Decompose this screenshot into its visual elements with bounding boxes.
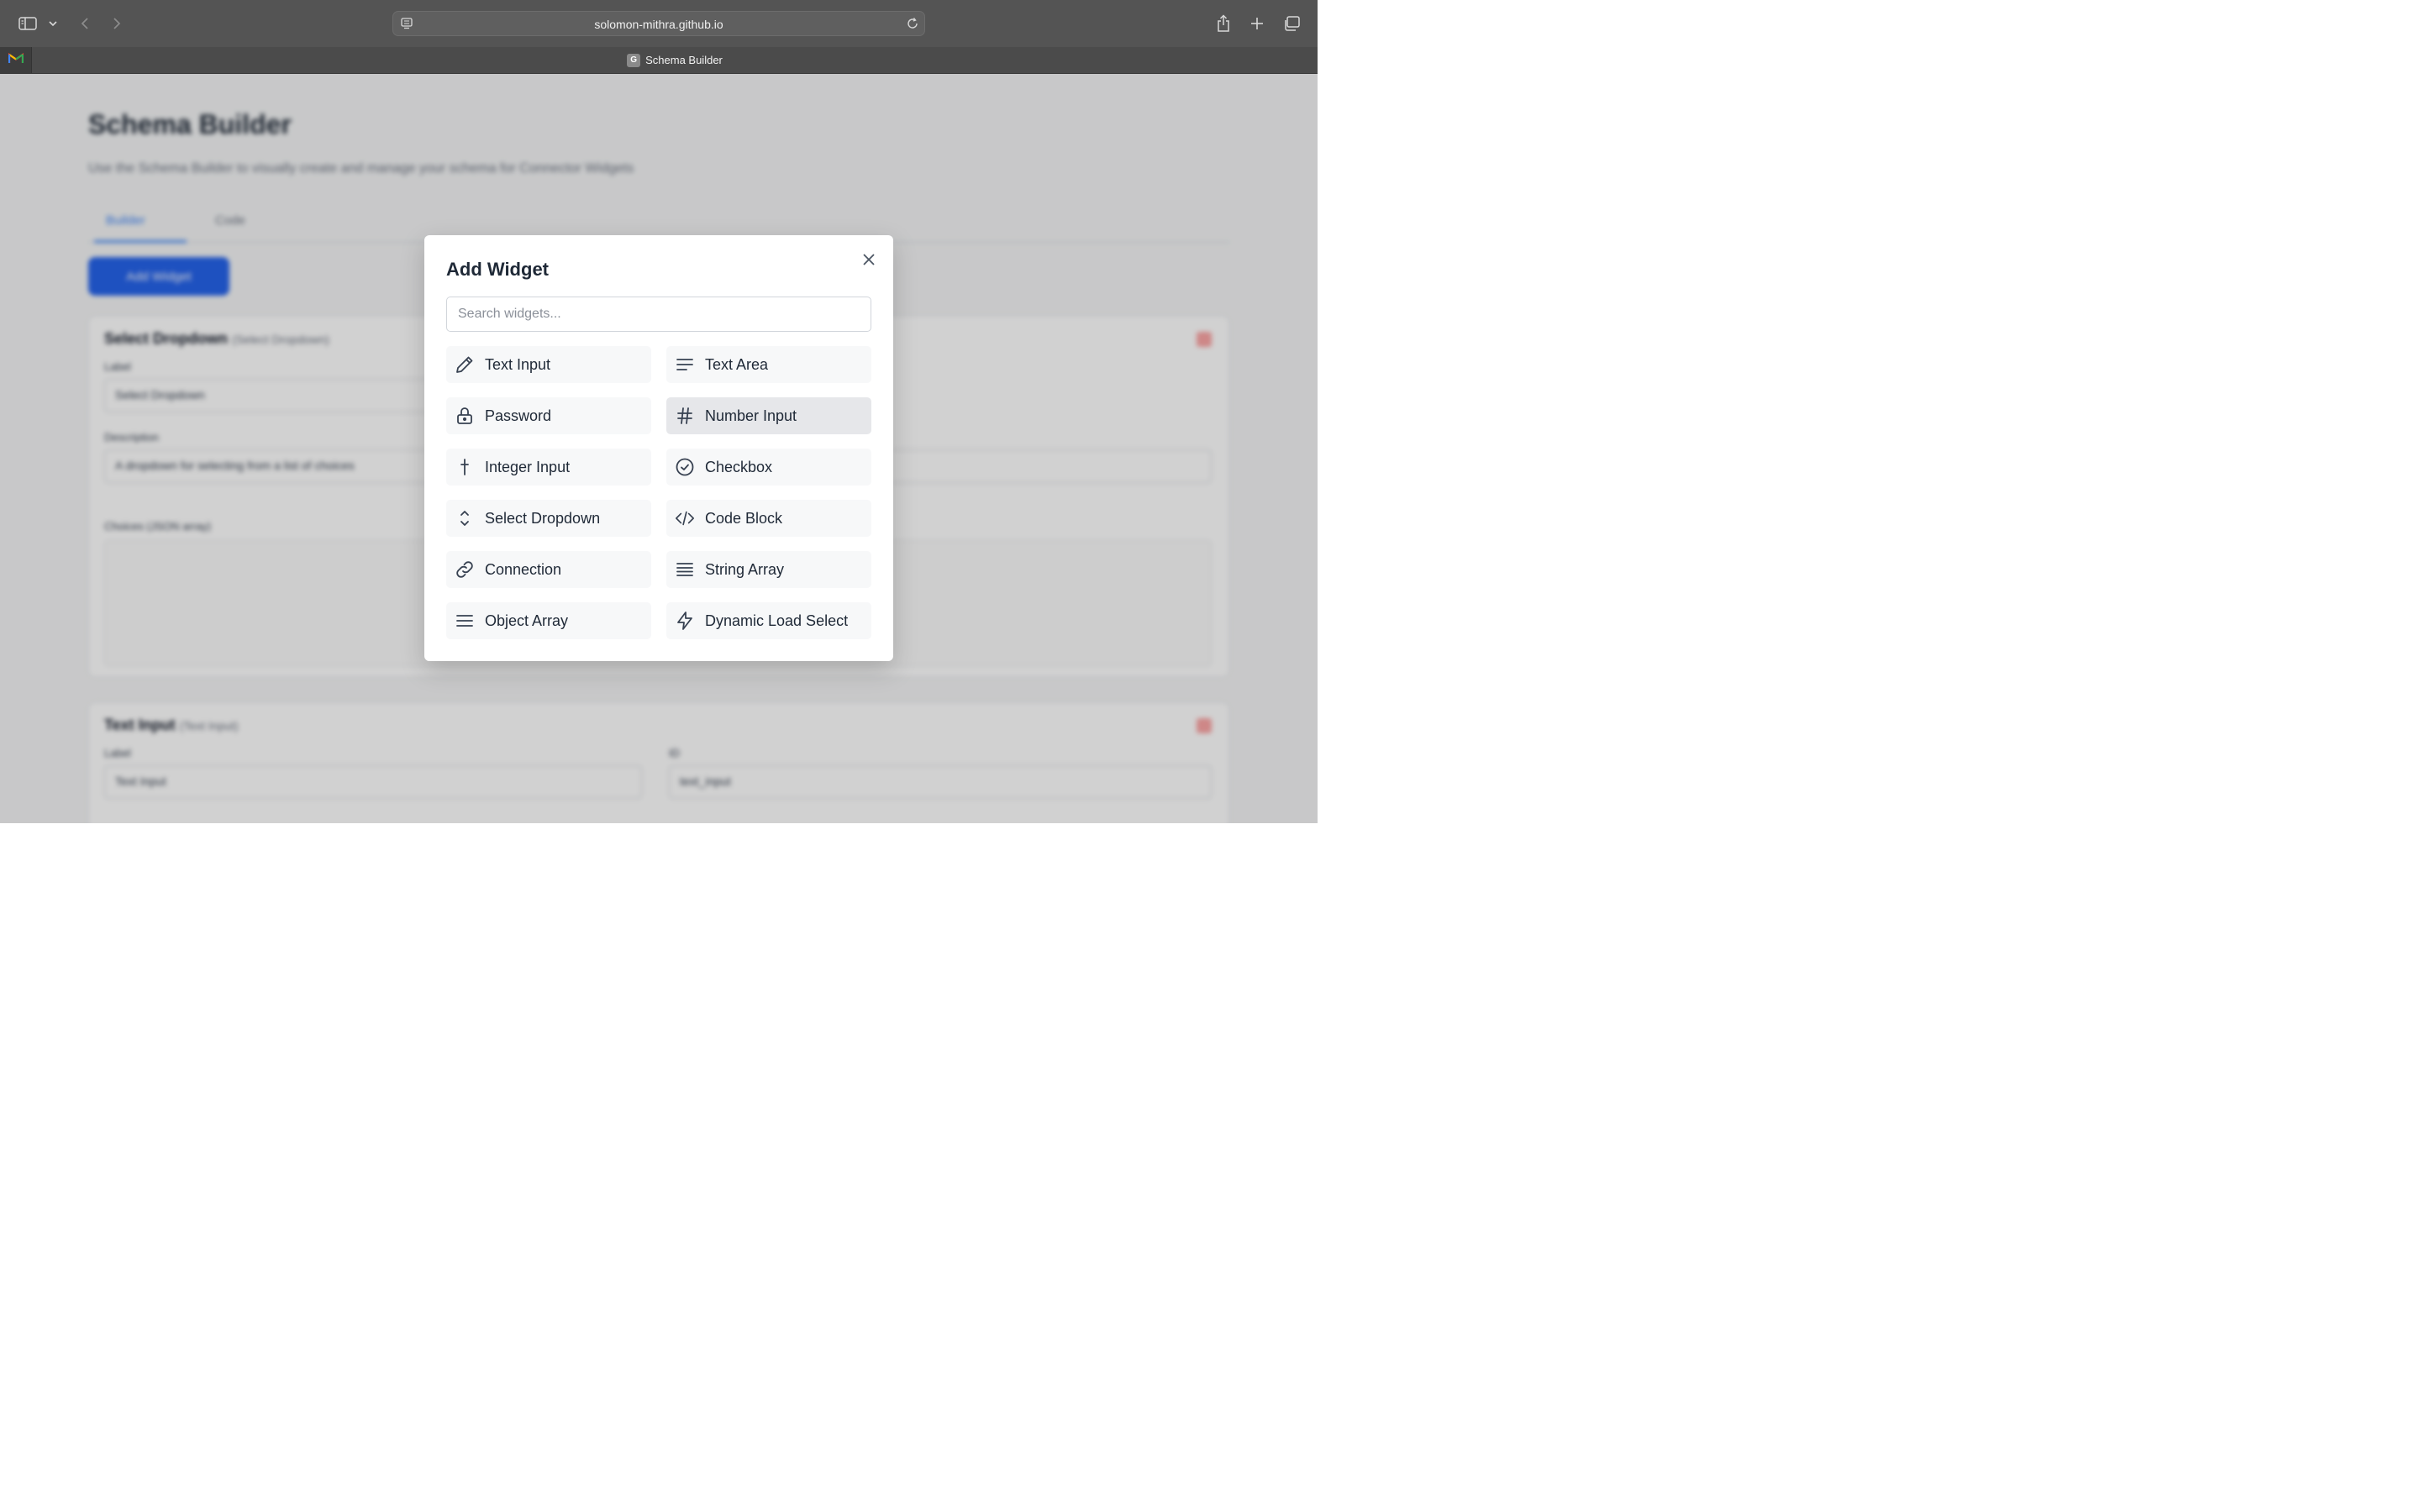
list-icon: [675, 559, 695, 580]
widget-option-integer-input[interactable]: Integer Input: [446, 449, 651, 486]
plus-icon: [455, 457, 475, 477]
new-tab-icon[interactable]: [1247, 13, 1267, 34]
widget-option-label: Number Input: [705, 407, 797, 424]
reload-icon[interactable]: [906, 17, 919, 34]
lock-icon: [455, 406, 475, 426]
widget-option-dynamic-load-select[interactable]: Dynamic Load Select: [666, 602, 871, 639]
lightning-icon: [675, 611, 695, 631]
widget-option-label: Password: [485, 407, 552, 424]
tab-schema-builder[interactable]: G Schema Builder: [32, 47, 1318, 73]
widget-option-label: Code Block: [705, 509, 783, 527]
widget-option-select-dropdown[interactable]: Select Dropdown: [446, 500, 651, 537]
widget-option-object-array[interactable]: Object Array: [446, 602, 651, 639]
add-widget-dialog: Add Widget Text Input Text Area Password: [424, 235, 893, 661]
widget-option-label: Integer Input: [485, 458, 571, 475]
text-lines-icon: [675, 354, 695, 375]
widget-option-password[interactable]: Password: [446, 397, 651, 434]
widget-option-text-input[interactable]: Text Input: [446, 346, 651, 383]
chevron-down-icon[interactable]: [47, 17, 59, 30]
widget-grid: Text Input Text Area Password Number Inp…: [446, 346, 871, 639]
chevrons-up-down-icon: [455, 508, 475, 528]
widget-option-code-block[interactable]: Code Block: [666, 500, 871, 537]
url-text: solomon-mithra.github.io: [594, 18, 723, 31]
code-icon: [675, 508, 695, 528]
widget-option-number-input[interactable]: Number Input: [666, 397, 871, 434]
search-input[interactable]: [446, 297, 871, 332]
widget-option-connection[interactable]: Connection: [446, 551, 651, 588]
pencil-icon: [455, 354, 475, 375]
dialog-title: Add Widget: [446, 259, 549, 280]
tab-bar: G Schema Builder: [0, 47, 1318, 74]
widget-option-label: Connection: [485, 560, 562, 578]
address-bar[interactable]: solomon-mithra.github.io: [392, 11, 925, 36]
widget-option-string-array[interactable]: String Array: [666, 551, 871, 588]
forward-icon[interactable]: [109, 13, 124, 34]
back-icon[interactable]: [77, 13, 92, 34]
widget-option-checkbox[interactable]: Checkbox: [666, 449, 871, 486]
widget-option-label: Select Dropdown: [485, 509, 601, 527]
pinned-tab-gmail[interactable]: [0, 47, 32, 73]
close-icon[interactable]: [860, 250, 878, 269]
browser-toolbar: solomon-mithra.github.io: [0, 0, 1318, 47]
gmail-icon: [8, 52, 24, 68]
tab-title: Schema Builder: [645, 54, 723, 66]
widget-option-label: Text Input: [485, 355, 551, 373]
sidebar-toggle-icon[interactable]: [17, 13, 39, 34]
share-icon[interactable]: [1213, 12, 1234, 35]
hash-icon: [675, 406, 695, 426]
tab-overview-icon[interactable]: [1281, 13, 1302, 34]
widget-option-label: Object Array: [485, 612, 569, 629]
widget-option-label: Checkbox: [705, 458, 773, 475]
widget-option-label: Dynamic Load Select: [705, 612, 849, 629]
menu-icon: [455, 611, 475, 631]
link-icon: [455, 559, 475, 580]
widget-option-label: String Array: [705, 560, 785, 578]
check-circle-icon: [675, 457, 695, 477]
widget-option-text-area[interactable]: Text Area: [666, 346, 871, 383]
widget-option-label: Text Area: [705, 355, 769, 373]
favicon-icon: G: [627, 53, 641, 67]
